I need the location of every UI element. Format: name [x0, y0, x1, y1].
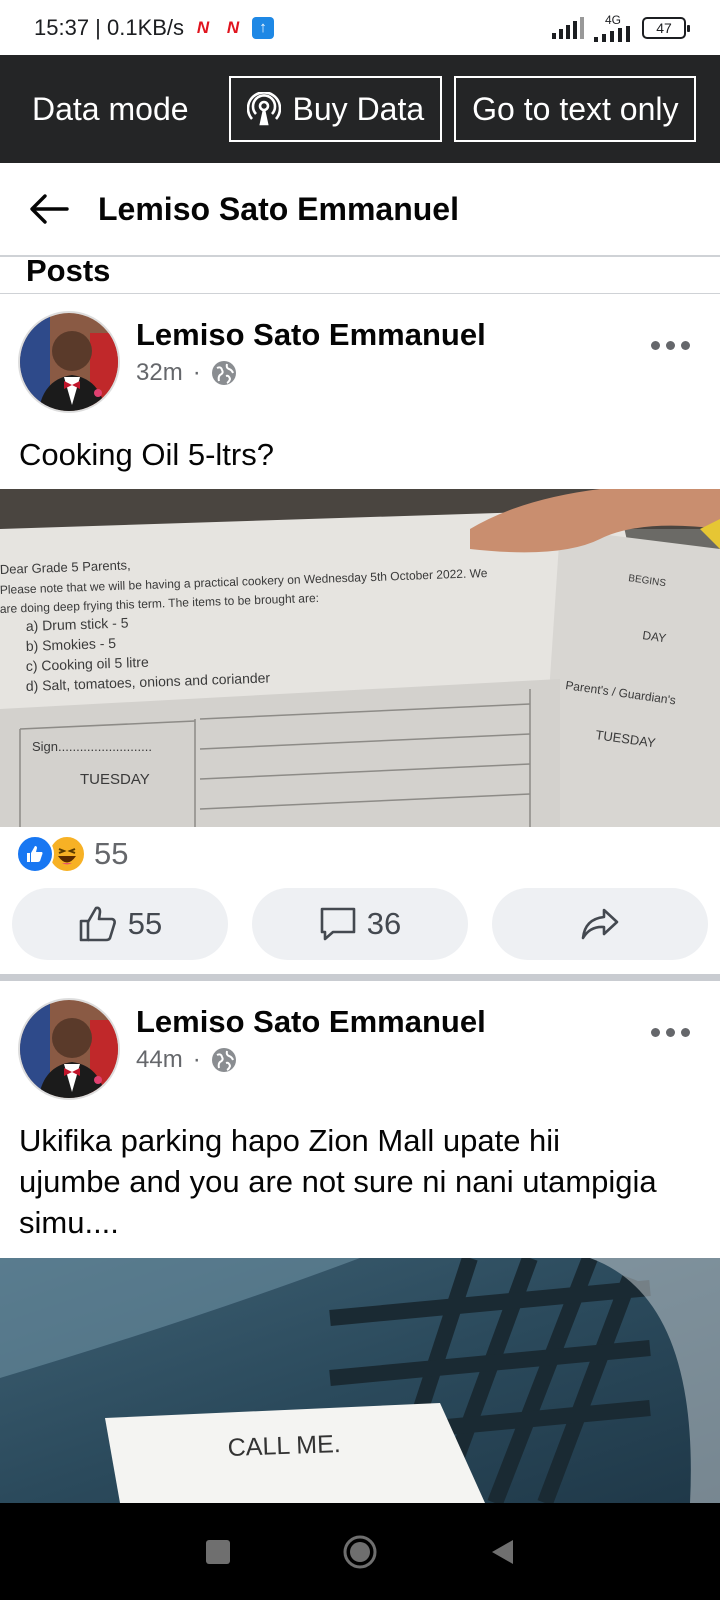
- post-header: Lemiso Sato Emmanuel 32m ·: [0, 311, 720, 421]
- back-button[interactable]: [0, 193, 98, 225]
- recent-apps-icon[interactable]: [205, 1539, 231, 1565]
- post-separator: [0, 974, 720, 981]
- reaction-count: 55: [94, 836, 129, 871]
- post-time[interactable]: 32m: [136, 359, 183, 387]
- signal-icon: [552, 16, 584, 39]
- post-author[interactable]: Lemiso Sato Emmanuel: [136, 317, 486, 353]
- post-text: Cooking Oil 5-ltrs?: [19, 437, 274, 472]
- dot-icon: [651, 1028, 660, 1037]
- post-header: Lemiso Sato Emmanuel 44m ·: [0, 998, 720, 1108]
- battery-level: 47: [656, 19, 672, 36]
- share-button[interactable]: [492, 888, 708, 960]
- network-type: 4G: [604, 12, 621, 27]
- data-mode-bar: Data mode Buy Data Go to text only: [0, 55, 720, 163]
- reaction-summary[interactable]: 55: [16, 835, 128, 873]
- post-text: Ukifika parking hapo Zion Mall upate hii…: [19, 1123, 657, 1240]
- news-notification-icon: N: [196, 17, 210, 37]
- dot-icon: [666, 341, 675, 350]
- share-icon: [581, 908, 619, 940]
- signal-4g-icon: [594, 25, 630, 42]
- image-text: TUESDAY: [80, 771, 150, 788]
- buy-data-button[interactable]: Buy Data: [228, 76, 443, 142]
- news-notification-icon: N: [226, 17, 240, 37]
- dot-icon: [651, 341, 660, 350]
- buy-data-label: Buy Data: [292, 90, 425, 127]
- status-time: 15:37 | 0.1KB/s: [34, 14, 185, 40]
- globe-icon: [211, 1048, 236, 1072]
- post-photo[interactable]: CALL ME.: [0, 1258, 720, 1503]
- like-button[interactable]: 55: [12, 888, 228, 960]
- more-options-button[interactable]: [651, 1028, 690, 1037]
- dot-icon: [681, 1028, 690, 1037]
- post-photo[interactable]: Dear Grade 5 Parents, Please note that w…: [0, 489, 720, 827]
- divider: [0, 293, 720, 294]
- back-arrow-icon: [30, 194, 69, 224]
- meta-separator: ·: [192, 1046, 201, 1073]
- avatar[interactable]: [18, 311, 120, 413]
- thumbs-up-icon: [79, 906, 116, 942]
- data-mode-label: Data mode: [32, 90, 189, 127]
- image-text: Sign..........................: [32, 739, 152, 754]
- dot-icon: [666, 1028, 675, 1037]
- comment-count: 36: [366, 906, 402, 941]
- broadcast-icon: [246, 92, 281, 126]
- avatar[interactable]: [18, 998, 120, 1100]
- post-actions: 55 36: [0, 888, 720, 960]
- back-triangle-icon[interactable]: [489, 1538, 515, 1566]
- system-nav-bar: [0, 1503, 720, 1600]
- post-meta: 44m ·: [136, 1046, 237, 1074]
- globe-icon: [211, 361, 236, 385]
- more-options-button[interactable]: [651, 341, 690, 350]
- post-author[interactable]: Lemiso Sato Emmanuel: [136, 1004, 486, 1040]
- battery-icon: 47: [642, 16, 690, 39]
- page-header: Lemiso Sato Emmanuel: [0, 163, 720, 257]
- like-count: 55: [127, 906, 163, 941]
- status-bar: 15:37 | 0.1KB/s N N ↑ 4G 47: [0, 0, 720, 55]
- meta-separator: ·: [192, 359, 201, 386]
- image-text: CALL ME.: [227, 1430, 341, 1462]
- post-time[interactable]: 44m: [136, 1046, 183, 1074]
- text-only-button[interactable]: Go to text only: [454, 76, 697, 142]
- dot-icon: [681, 341, 690, 350]
- page-title: Lemiso Sato Emmanuel: [98, 190, 459, 227]
- upload-notification-icon: ↑: [252, 16, 275, 39]
- like-reaction-icon: [16, 835, 54, 873]
- home-icon[interactable]: [342, 1534, 378, 1570]
- posts-section-label: Posts: [26, 253, 111, 288]
- text-only-label: Go to text only: [472, 90, 679, 127]
- post-meta: 32m ·: [136, 359, 237, 387]
- comment-button[interactable]: 36: [252, 888, 468, 960]
- image-text: b) Smokies - 5: [26, 635, 117, 654]
- comment-icon: [320, 907, 356, 941]
